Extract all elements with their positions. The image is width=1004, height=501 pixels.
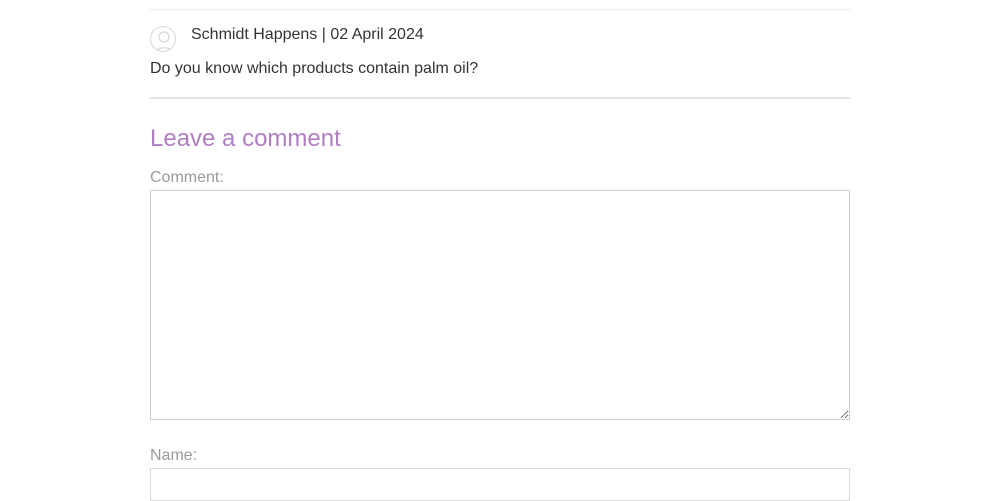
comment-label: Comment: <box>150 169 224 186</box>
leave-comment-title: Leave a comment <box>150 125 341 152</box>
divider-comments <box>150 97 850 99</box>
name-label: Name: <box>150 447 198 464</box>
comment-textarea[interactable] <box>150 190 850 420</box>
comment-author-date: Schmidt Happens | 02 April 2024 <box>191 26 424 43</box>
comment-body: Do you know which products contain palm … <box>150 60 479 77</box>
divider-top <box>150 9 850 10</box>
name-input[interactable] <box>150 468 850 501</box>
comment-header: Schmidt Happens | 02 April 2024 <box>150 25 424 53</box>
user-avatar-icon <box>150 26 176 52</box>
